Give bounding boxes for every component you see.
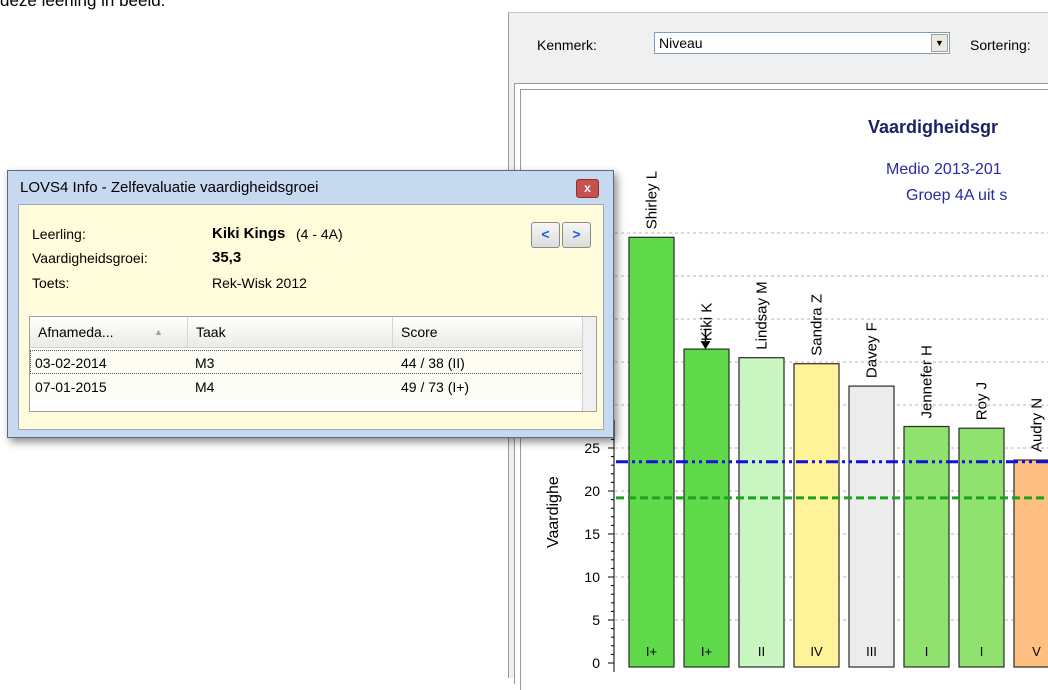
chart-subtitle-1: Medio 2013-201 (886, 161, 1002, 178)
row-date: 07-01-2015 (35, 379, 107, 395)
y-axis-label: Vaardighe (545, 476, 562, 548)
y-tick-label: 0 (592, 655, 600, 671)
results-table: Afnameda... ▲ Taak Score 03-02-2014 M3 4… (29, 316, 597, 412)
category-label: Davey F (864, 322, 881, 378)
bar-level-label: V (1032, 644, 1041, 659)
column-header-score[interactable]: Score (393, 317, 585, 348)
table-row[interactable]: 07-01-2015 M4 49 / 73 (I+) (30, 375, 585, 399)
dialog-title: LOVS4 Info - Zelfevaluatie vaardigheidsg… (20, 179, 319, 196)
chart-subtitle-2: Groep 4A uit s (906, 187, 1007, 204)
category-label: Sandra Z (809, 294, 826, 356)
nav-buttons: < > (531, 222, 593, 248)
toets-label: Toets: (32, 275, 70, 291)
y-tick-label: 20 (584, 483, 600, 499)
row-score: 49 / 73 (I+) (401, 379, 470, 395)
bar-level-label: I (980, 644, 984, 659)
row-date: 03-02-2014 (35, 355, 107, 371)
category-label: Roy J (974, 382, 991, 420)
bar-level-label: II (758, 644, 765, 659)
leerling-name: Kiki Kings (212, 225, 286, 242)
y-tick-label: 5 (592, 612, 600, 628)
y-tick-label: 25 (584, 440, 600, 456)
arrow-down-icon (700, 341, 711, 350)
bar[interactable] (738, 357, 785, 668)
leerling-label: Leerling: (32, 226, 86, 242)
bar-level-label: I+ (646, 644, 657, 659)
category-label: Kiki K (699, 303, 716, 341)
vertical-scrollbar[interactable] (582, 317, 596, 411)
row-taak: M4 (195, 379, 215, 395)
bar[interactable] (848, 385, 895, 668)
close-icon[interactable]: x (576, 179, 599, 198)
category-label: Shirley L (644, 171, 661, 229)
dialog-body: Leerling: Kiki Kings (4 - 4A) Vaardighei… (18, 204, 604, 430)
groei-label: Vaardigheidsgroei: (32, 250, 148, 266)
column-header-date[interactable]: Afnameda... ▲ (30, 317, 188, 348)
toets-value: Rek-Wisk 2012 (212, 275, 307, 291)
bar[interactable] (683, 348, 730, 668)
y-tick-label: 15 (584, 526, 600, 542)
groei-value: 35,3 (212, 249, 242, 266)
category-label: Lindsay M (754, 281, 771, 349)
bar[interactable] (958, 427, 1005, 668)
table-row[interactable]: 03-02-2014 M3 44 / 38 (II) (30, 350, 585, 374)
leerling-extra: (4 - 4A) (296, 226, 343, 242)
y-tick-label: 10 (584, 569, 600, 585)
column-header-date-label: Afnameda... (38, 324, 114, 340)
chart-title: Vaardigheidsgr (868, 117, 998, 137)
bar-level-label: IV (810, 644, 823, 659)
column-header-taak[interactable]: Taak (188, 317, 393, 348)
row-score: 44 / 38 (II) (401, 355, 465, 371)
bar-level-label: I+ (701, 644, 712, 659)
sort-up-icon: ▲ (154, 327, 163, 337)
chevron-right-icon[interactable]: > (562, 222, 591, 248)
bar[interactable] (1013, 459, 1048, 668)
info-dialog: LOVS4 Info - Zelfevaluatie vaardigheidsg… (7, 170, 614, 438)
bar[interactable] (793, 363, 840, 668)
category-label: Audry N (1029, 398, 1046, 452)
bar[interactable] (628, 236, 675, 668)
category-label: Jennefer H (919, 345, 936, 418)
bar-level-label: III (866, 644, 877, 659)
chevron-left-icon[interactable]: < (531, 222, 560, 248)
row-taak: M3 (195, 355, 215, 371)
bar-level-label: I (925, 644, 929, 659)
